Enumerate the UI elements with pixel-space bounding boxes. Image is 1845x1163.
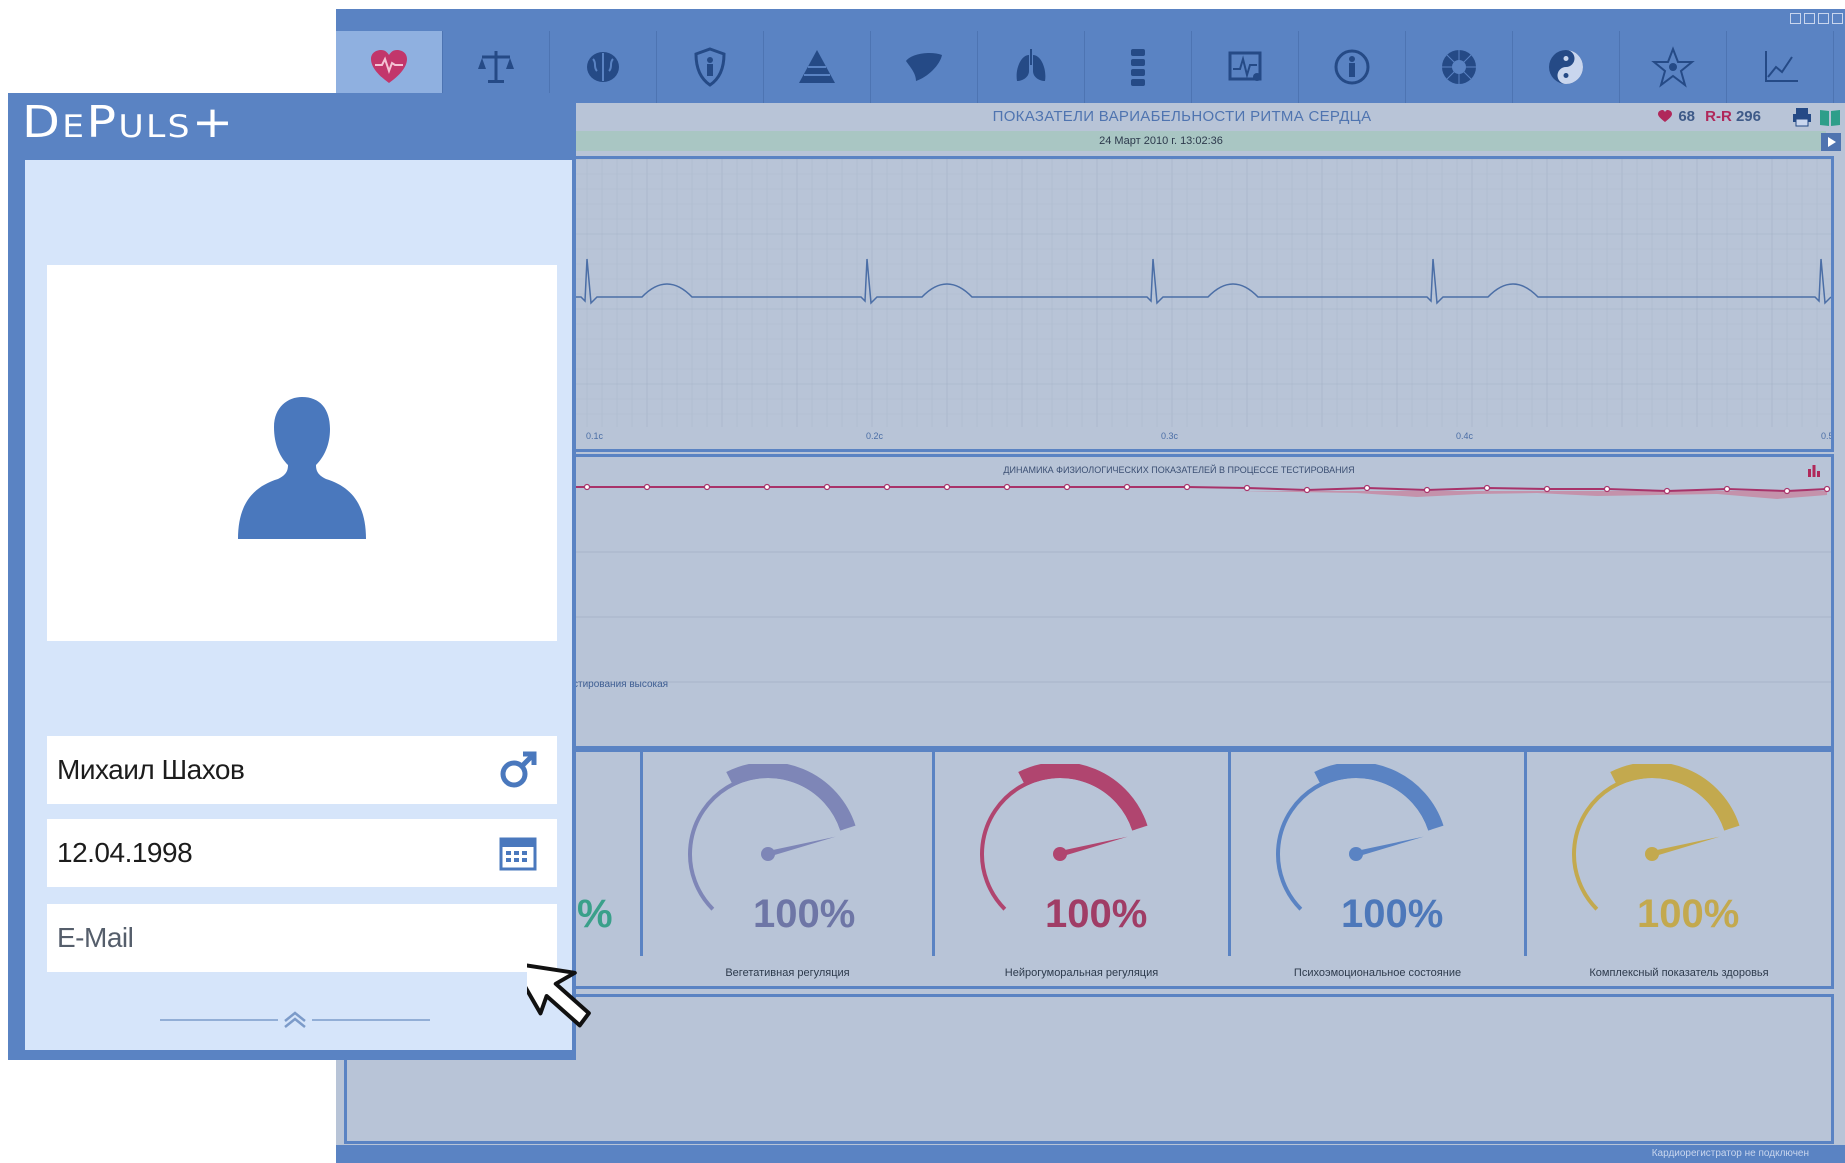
settings-window-button[interactable]	[1790, 13, 1801, 24]
birthdate-field[interactable]: 12.04.1998	[47, 819, 557, 887]
ecg-tick-2: 0.2c	[866, 431, 884, 441]
gauge-band	[726, 764, 856, 831]
rr-value: 296	[1735, 108, 1761, 125]
birthdate-value: 12.04.1998	[57, 837, 193, 868]
spine-icon	[1131, 49, 1145, 86]
avatar[interactable]	[47, 265, 557, 641]
ecg-axis: 0.1c 0.2c 0.3c 0.4c 0.5	[586, 431, 1831, 441]
person-circle-icon	[1334, 49, 1370, 85]
lungs-icon	[1016, 49, 1046, 81]
pyramid-icon	[799, 50, 835, 83]
window-controls	[1790, 13, 1843, 24]
tab-immunity[interactable]	[657, 31, 764, 103]
email-field[interactable]: E-Mail	[47, 904, 557, 972]
logo: DePuls+	[22, 99, 233, 147]
status-bar: Кардиорегистратор не подключен	[336, 1145, 1845, 1163]
gauge-health-value: 100%	[1637, 892, 1740, 936]
title-bar	[336, 9, 1845, 31]
gauge-hub	[1349, 847, 1363, 861]
gauge-needle	[768, 836, 836, 857]
gauge-hub	[1053, 847, 1067, 861]
device-status: Кардиорегистратор не подключен	[1651, 1148, 1809, 1159]
name-field[interactable]: Михаил Шахов	[47, 736, 557, 804]
logo-text: DePuls+	[22, 97, 236, 148]
gauge-vegetative-value: 100%	[753, 892, 856, 936]
sun-icon	[1442, 50, 1476, 84]
liver-icon	[906, 53, 942, 81]
gauge-needle	[1356, 836, 1424, 857]
tab-statistics[interactable]	[1727, 31, 1834, 103]
name-value: Михаил Шахов	[57, 754, 245, 785]
minimize-button[interactable]	[1804, 13, 1815, 24]
gauge-hub	[761, 847, 775, 861]
yin-yang-icon	[1549, 50, 1583, 84]
tab-person[interactable]	[1299, 31, 1406, 103]
gauge-vegetative-label: Вегетативная регуляция	[725, 967, 850, 979]
brain-icon	[587, 52, 619, 82]
line-chart-icon	[1765, 51, 1798, 82]
play-button[interactable]	[1821, 133, 1841, 151]
gauge-psychoemotional-value: 100%	[1341, 892, 1444, 936]
email-placeholder: E-Mail	[57, 922, 134, 953]
gauge-band	[1610, 764, 1740, 831]
ecg-tick-5: 0.5	[1821, 431, 1831, 441]
rr-label: R-R	[1705, 108, 1732, 125]
tab-pyramid[interactable]	[764, 31, 871, 103]
shield-icon	[694, 47, 726, 87]
tab-chakras[interactable]	[1620, 31, 1727, 103]
gauge-psychoemotional: 100% Психоэмоциональное состояние	[1231, 752, 1527, 979]
heart-rate-readout: 68	[1658, 108, 1695, 125]
gauge-needle	[1652, 836, 1720, 857]
gauge-partial-value: %	[577, 892, 613, 936]
scales-icon	[478, 51, 514, 83]
gauge-hub	[1645, 847, 1659, 861]
collapse-handle[interactable]	[160, 1010, 430, 1030]
close-button[interactable]	[1832, 13, 1843, 24]
gauge-needle	[1060, 836, 1128, 857]
dynamics-note: стирования высокая	[573, 679, 669, 690]
chevron-up-icon[interactable]	[284, 1011, 306, 1028]
gauge-neurohumoral-value: 100%	[1045, 892, 1148, 936]
gauge-health-label: Комплексный показатель здоровья	[1589, 967, 1769, 979]
bar-chart-icon[interactable]	[1807, 463, 1821, 477]
calendar-icon[interactable]	[497, 833, 539, 873]
tab-balance-yin-yang[interactable]	[1513, 31, 1620, 103]
gauge-health: 100% Комплексный показатель здоровья	[1527, 752, 1831, 979]
cardiogram-icon	[1228, 51, 1262, 81]
rr-readout: R-R 296	[1705, 108, 1761, 125]
tab-cardiogram[interactable]	[1192, 31, 1299, 103]
ecg-tick-3: 0.3c	[1161, 431, 1179, 441]
user-silhouette-icon	[238, 397, 366, 539]
tab-spine[interactable]	[1085, 31, 1192, 103]
ecg-tick-4: 0.4c	[1456, 431, 1474, 441]
gauge-band	[1018, 764, 1148, 831]
star-icon	[1651, 46, 1695, 88]
print-icon[interactable]	[1791, 107, 1813, 127]
page-title: ПОКАЗАТЕЛИ ВАРИАБЕЛЬНОСТИ РИТМА СЕРДЦА	[992, 108, 1372, 125]
gauge-band	[1314, 764, 1444, 831]
heart-rate-value: 68	[1678, 108, 1695, 125]
maximize-button[interactable]	[1818, 13, 1829, 24]
tab-liver[interactable]	[871, 31, 978, 103]
profile-panel: Михаил Шахов 12.04.1998 E-Mail	[25, 160, 572, 1050]
dynamics-band	[1067, 491, 1827, 499]
gauge-neurohumoral-label: Нейрогуморальная регуляция	[1004, 967, 1159, 979]
male-icon[interactable]	[497, 750, 539, 790]
gauge-psychoemotional-label: Психоэмоциональное состояние	[1293, 967, 1462, 979]
mouse-cursor-icon	[527, 961, 591, 1028]
gauge-vegetative: 100% Вегетативная регуляция	[643, 752, 935, 979]
gauge-neurohumoral: 100% Нейрогуморальная регуляция	[935, 752, 1231, 979]
ecg-trace	[527, 258, 1831, 305]
heart-icon	[371, 50, 407, 83]
ecg-tick-1: 0.1c	[586, 431, 604, 441]
profile-card: DePuls+ Михаил Шахов 12.04.1998 E-Mail	[8, 93, 576, 1060]
small-heart-icon	[1658, 110, 1673, 122]
tab-energy[interactable]	[1406, 31, 1513, 103]
tab-lungs[interactable]	[978, 31, 1085, 103]
book-icon[interactable]	[1819, 107, 1841, 127]
